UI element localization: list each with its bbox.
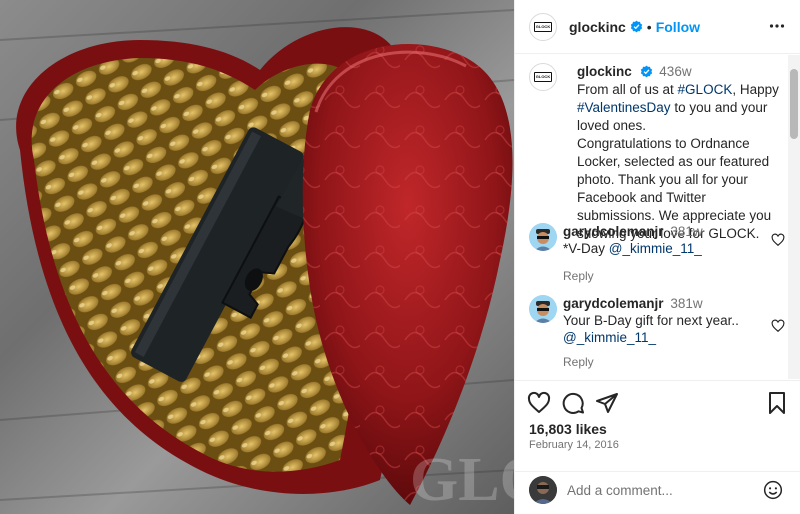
post-image[interactable]: GLO xyxy=(0,0,514,514)
current-user-avatar xyxy=(529,476,557,504)
like-heart-icon[interactable] xyxy=(527,391,551,415)
author-username[interactable]: glockinc xyxy=(569,19,626,35)
scrollbar-thumb[interactable] xyxy=(790,69,798,139)
author-avatar[interactable]: GLOCK xyxy=(529,12,557,41)
post-actions: 16,803 likes February 14, 2016 xyxy=(515,380,800,514)
glock-logo: GLOCK xyxy=(534,21,552,32)
comment-time[interactable]: 381w xyxy=(670,296,702,311)
comment-bubble-icon[interactable] xyxy=(561,391,585,415)
add-comment-input[interactable] xyxy=(567,480,757,500)
post-date[interactable]: February 14, 2016 xyxy=(529,439,619,451)
like-count[interactable]: 16,803 likes xyxy=(529,421,607,437)
mention-link[interactable]: @_kimmie_11_ xyxy=(563,330,656,345)
heart-box-illustration: GLO xyxy=(0,9,514,514)
share-paper-plane-icon[interactable] xyxy=(595,391,619,415)
comments-list[interactable]: GLOCK glockinc 436w From all of us at #G… xyxy=(515,55,800,379)
commenter-avatar[interactable] xyxy=(529,295,557,323)
caption-time[interactable]: 436w xyxy=(659,64,691,79)
hashtag-link[interactable]: #GLOCK xyxy=(678,82,733,97)
commenter-avatar[interactable] xyxy=(529,223,557,251)
save-bookmark-icon[interactable] xyxy=(765,391,789,415)
comment-body: garydcolemanjr 381w *V-Day @_kimmie_11_ … xyxy=(563,223,753,285)
follow-button[interactable]: Follow xyxy=(656,19,700,35)
verified-badge-icon xyxy=(630,20,642,33)
reply-button[interactable]: Reply xyxy=(563,268,753,285)
like-comment-heart-icon[interactable] xyxy=(771,233,785,247)
comments-scrollbar[interactable] xyxy=(788,55,800,379)
comment-username[interactable]: garydcolemanjr xyxy=(563,296,664,311)
comment-body: garydcolemanjr 381w Your B-Day gift for … xyxy=(563,295,753,371)
caption-text-part: From all of us at xyxy=(577,82,678,97)
glock-logo: GLOCK xyxy=(534,72,552,82)
more-options-icon[interactable] xyxy=(769,18,785,34)
comment-text: Your B-Day gift for next year.. xyxy=(563,313,739,328)
hashtag-link[interactable]: #ValentinesDay xyxy=(577,100,671,115)
separator-dot: • xyxy=(646,18,652,35)
emoji-smiley-icon[interactable] xyxy=(763,480,783,500)
caption-username[interactable]: glockinc xyxy=(577,64,632,79)
comment-username[interactable]: garydcolemanjr xyxy=(563,224,664,239)
watermark-text: GLO xyxy=(410,446,514,514)
post-header: GLOCK glockinc • Follow xyxy=(515,0,800,54)
mention-link[interactable]: @_kimmie_11_ xyxy=(609,241,702,256)
comment-text: *V-Day xyxy=(563,241,609,256)
like-comment-heart-icon[interactable] xyxy=(771,319,785,333)
post-side-panel: GLOCK glockinc • Follow GLOCK glockinc 4… xyxy=(514,0,800,514)
caption-author-avatar[interactable]: GLOCK xyxy=(529,63,557,91)
comment-time[interactable]: 381w xyxy=(670,224,702,239)
add-comment-row xyxy=(515,471,800,514)
caption-text: glockinc 436w From all of us at #GLOCK, … xyxy=(577,63,787,243)
caption-text-part: , Happy xyxy=(732,82,779,97)
reply-button[interactable]: Reply xyxy=(563,354,753,371)
verified-badge-icon xyxy=(640,65,652,78)
